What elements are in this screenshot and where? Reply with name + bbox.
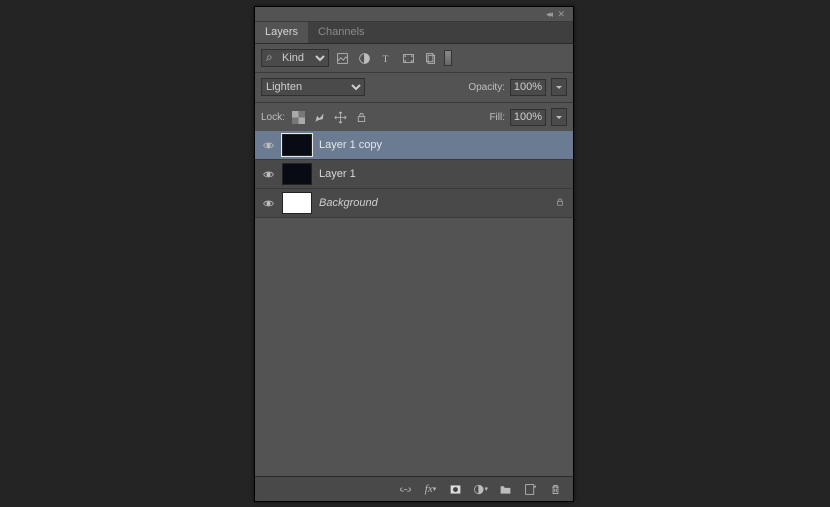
layer-name[interactable]: Layer 1: [319, 168, 548, 180]
fill-label: Fill:: [489, 112, 505, 123]
new-layer-icon[interactable]: [523, 482, 538, 497]
visibility-icon[interactable]: [261, 168, 275, 181]
layer-row[interactable]: Layer 1: [255, 160, 573, 189]
fill-dropdown[interactable]: [551, 108, 567, 126]
filter-pixel-icon[interactable]: [334, 50, 351, 67]
layer-name[interactable]: Background: [319, 197, 548, 209]
layer-name[interactable]: Layer 1 copy: [319, 139, 548, 151]
opacity-label: Opacity:: [468, 82, 505, 93]
layer-thumbnail[interactable]: [282, 163, 312, 185]
panel-titlebar: ◂◂ ✕: [255, 7, 573, 22]
lock-label: Lock:: [261, 112, 285, 123]
visibility-icon[interactable]: [261, 197, 275, 210]
layer-thumbnail[interactable]: [282, 134, 312, 156]
panel-footer: fx▾ ▾: [255, 476, 573, 501]
close-icon[interactable]: ✕: [557, 9, 565, 20]
lock-indicator-icon: [555, 197, 567, 210]
filter-kind-select[interactable]: Kind: [261, 49, 329, 67]
svg-text:T: T: [382, 53, 388, 64]
opacity-dropdown[interactable]: [551, 78, 567, 96]
delete-layer-icon[interactable]: [548, 482, 563, 497]
layer-thumbnail[interactable]: [282, 192, 312, 214]
lock-pixels-icon[interactable]: [311, 109, 328, 126]
filter-smart-icon[interactable]: [422, 50, 439, 67]
layer-group-icon[interactable]: [498, 482, 513, 497]
collapse-icon[interactable]: ◂◂: [546, 9, 551, 20]
blend-mode-select[interactable]: Lighten: [261, 78, 365, 96]
fill-input[interactable]: [510, 109, 546, 126]
filter-adjustment-icon[interactable]: [356, 50, 373, 67]
opacity-input[interactable]: [510, 79, 546, 96]
blend-row: Lighten Opacity:: [255, 73, 573, 103]
tab-layers[interactable]: Layers: [255, 22, 308, 43]
layer-mask-icon[interactable]: [448, 482, 463, 497]
link-layers-icon[interactable]: [398, 482, 413, 497]
filter-type-icon[interactable]: T: [378, 50, 395, 67]
layer-row[interactable]: Background: [255, 189, 573, 218]
tab-channels[interactable]: Channels: [308, 22, 374, 43]
panel-tabs: Layers Channels: [255, 22, 573, 44]
layer-row[interactable]: Layer 1 copy: [255, 131, 573, 160]
lock-position-icon[interactable]: [332, 109, 349, 126]
lock-row: Lock: Fill:: [255, 103, 573, 131]
adjustment-layer-icon[interactable]: ▾: [473, 482, 488, 497]
layers-list: Layer 1 copy Layer 1 Background: [255, 131, 573, 218]
layer-effects-icon[interactable]: fx▾: [423, 482, 438, 497]
filter-row: Kind T: [255, 44, 573, 73]
layers-panel: ◂◂ ✕ Layers Channels Kind T Lighten Opac…: [254, 6, 574, 502]
lock-all-icon[interactable]: [353, 109, 370, 126]
filter-toggle[interactable]: [444, 50, 452, 66]
visibility-icon[interactable]: [261, 139, 275, 152]
filter-shape-icon[interactable]: [400, 50, 417, 67]
lock-transparency-icon[interactable]: [290, 109, 307, 126]
